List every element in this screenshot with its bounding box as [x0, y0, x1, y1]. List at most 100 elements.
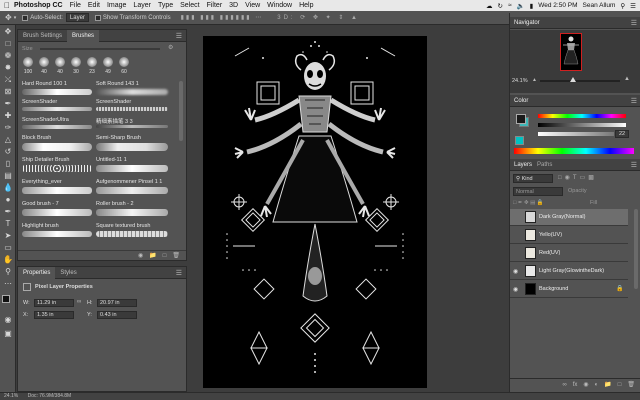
apple-icon[interactable]:  — [0, 1, 14, 10]
layer-filter-icons[interactable]: □◉T▭▩ — [558, 174, 597, 181]
lasso-icon[interactable]: ❁ — [3, 51, 13, 61]
lock-icons[interactable]: □ ✒ ✥ ▤ 🔒 — [513, 200, 544, 206]
adjustment-layer-icon[interactable]: ◐ — [595, 382, 599, 388]
gradient-icon[interactable]: ▤ — [3, 171, 13, 181]
new-preset-icon[interactable]: ⚙ — [168, 44, 173, 51]
tab-brush-settings[interactable]: Brush Settings — [18, 30, 67, 42]
menu-3d[interactable]: 3D — [229, 2, 238, 9]
zoom-in-icon[interactable]: ▲ — [624, 76, 630, 82]
new-group-icon[interactable]: 📁 — [149, 252, 156, 259]
navigator-title[interactable]: Navigator — [514, 20, 540, 26]
eye-icon[interactable]: ◉ — [513, 286, 518, 293]
foreground-color-swatch[interactable] — [2, 295, 10, 303]
brush-tip-preview[interactable] — [39, 57, 49, 67]
delete-brush-icon[interactable]: 🗑 — [172, 252, 180, 259]
tab-brushes[interactable]: Brushes — [67, 29, 100, 42]
move-tool-icon[interactable]: ✥ — [5, 13, 12, 22]
tab-styles[interactable]: Styles — [55, 267, 81, 279]
brush-tip-preview[interactable] — [103, 57, 113, 67]
menu-file[interactable]: File — [70, 2, 81, 9]
crop-icon[interactable]: ⤯ — [3, 75, 13, 85]
size-slider[interactable] — [40, 48, 160, 50]
menu-edit[interactable]: Edit — [88, 2, 100, 9]
tab-layers[interactable]: Layers — [514, 162, 532, 168]
healing-brush-icon[interactable]: ✚ — [3, 111, 13, 121]
link-icon[interactable]: ∞ — [77, 299, 81, 305]
status-zoom[interactable]: 24.1% — [4, 393, 18, 399]
new-layer-icon[interactable]: □ — [618, 382, 622, 388]
document-canvas[interactable] — [203, 36, 427, 388]
zoom-icon[interactable]: ⚲ — [3, 267, 13, 277]
menu-filter[interactable]: Filter — [207, 2, 223, 9]
screen-mode-icon[interactable]: ▣ — [3, 329, 13, 339]
brightness-slider[interactable] — [538, 123, 626, 127]
marquee-icon[interactable]: □ — [3, 39, 13, 49]
eye-icon[interactable]: ◉ — [513, 268, 518, 275]
tool-preset-arrow-icon[interactable]: ▾ — [14, 15, 17, 21]
eyedropper-icon[interactable]: ✒ — [3, 99, 13, 109]
panel-menu-icon[interactable]: ☰ — [176, 32, 182, 40]
eraser-icon[interactable]: ▯ — [3, 159, 13, 169]
align-icons[interactable]: ▮▮▮ ▮▮▮ ▮▮▮▮▮▮ ⋯ — [181, 14, 264, 21]
history-brush-icon[interactable]: ↺ — [3, 147, 13, 157]
move-icon[interactable]: ✥ — [3, 27, 13, 37]
navigator-view-box[interactable] — [560, 33, 582, 71]
more-tools-icon[interactable]: ⋯ — [3, 279, 13, 289]
search-icon[interactable]: ⚲ — [620, 2, 625, 10]
panel-menu-icon[interactable]: ☰ — [631, 97, 637, 105]
lock-icon[interactable]: 🔒 — [616, 285, 623, 292]
layers-scrollbar[interactable] — [634, 209, 638, 289]
clone-stamp-icon[interactable]: △ — [3, 135, 13, 145]
x-field[interactable]: 1.35 in — [34, 311, 74, 319]
layer-row[interactable]: ◉ Background 🔒 — [510, 281, 628, 298]
3d-mode-icons[interactable]: 3D: ⟳ ✥ ✦ ⇕ ▲ — [277, 14, 360, 21]
width-field[interactable]: 11.29 in — [34, 299, 74, 307]
brush-icon[interactable]: ✑ — [3, 123, 13, 133]
new-brush-icon[interactable]: □ — [163, 253, 167, 259]
link-layers-icon[interactable]: ∞ — [562, 382, 566, 388]
y-field[interactable]: 0.43 in — [97, 311, 137, 319]
battery-icon[interactable]: ▮ — [530, 2, 534, 10]
menu-window[interactable]: Window — [267, 2, 292, 9]
height-field[interactable]: 20.97 in — [97, 299, 137, 307]
hue-slider[interactable] — [538, 114, 626, 118]
menu-view[interactable]: View — [245, 2, 260, 9]
menu-list-icon[interactable]: ☰ — [630, 2, 636, 10]
alpha-slider[interactable] — [538, 132, 614, 136]
menu-image[interactable]: Image — [107, 2, 126, 9]
navigator-zoom-value[interactable]: 24.1% — [512, 78, 528, 84]
pen-icon[interactable]: ✒ — [3, 207, 13, 217]
zoom-slider-thumb[interactable] — [570, 77, 576, 82]
creative-cloud-icon[interactable]: ☁ — [486, 2, 493, 10]
alpha-value-field[interactable]: 22 — [615, 130, 629, 138]
tab-paths[interactable]: Paths — [537, 162, 552, 168]
quick-select-icon[interactable]: ✸ — [3, 63, 13, 73]
blend-mode-dropdown[interactable]: Normal — [513, 187, 563, 196]
layer-row[interactable]: ◉ Light Gray(GlowintheDark) — [510, 263, 628, 280]
color-ramp[interactable] — [514, 148, 634, 154]
menu-help[interactable]: Help — [299, 2, 313, 9]
blur-icon[interactable]: 💧 — [3, 183, 13, 193]
color-panel-title[interactable]: Color — [514, 98, 528, 104]
show-transform-checkbox[interactable] — [94, 14, 101, 21]
brush-tip-preview[interactable] — [23, 57, 33, 67]
brush-tip-preview[interactable] — [87, 57, 97, 67]
brush-tip-preview[interactable] — [71, 57, 81, 67]
shape-icon[interactable]: ▭ — [3, 243, 13, 253]
layer-row[interactable]: Dark Gray(Normal) — [510, 209, 628, 226]
brush-tip-preview[interactable] — [55, 57, 65, 67]
delete-layer-icon[interactable]: 🗑 — [627, 381, 635, 388]
layer-filter-dropdown[interactable]: ⚲ Kind — [513, 174, 553, 183]
fx-icon[interactable]: fx — [573, 382, 578, 388]
toggle-preview-icon[interactable]: ◉ — [138, 252, 143, 259]
layer-row[interactable]: Red(UV) — [510, 245, 628, 262]
layer-row[interactable]: Yello(UV) — [510, 227, 628, 244]
auto-select-checkbox[interactable] — [22, 14, 29, 21]
brush-tip-preview[interactable] — [119, 57, 129, 67]
menu-type[interactable]: Type — [158, 2, 173, 9]
wifi-icon[interactable]: ≈ — [508, 2, 512, 9]
zoom-slider[interactable] — [540, 80, 620, 82]
tab-properties[interactable]: Properties — [18, 266, 56, 279]
sync-icon[interactable]: ↻ — [498, 2, 503, 10]
new-group-icon[interactable]: 📁 — [604, 381, 611, 388]
